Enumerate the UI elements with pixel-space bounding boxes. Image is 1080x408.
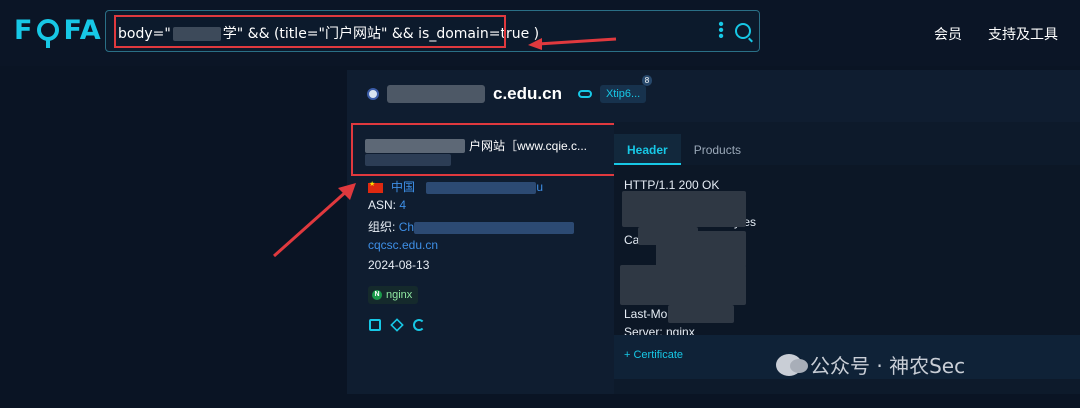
redacted-host bbox=[387, 85, 485, 103]
redacted-block bbox=[620, 265, 746, 305]
search-bar[interactable]: body=" 学" && (title="门户网站" && is_domain=t… bbox=[105, 10, 760, 52]
nav-member[interactable]: 会员 bbox=[934, 24, 962, 44]
asn-row: ASN: 4 bbox=[368, 198, 406, 212]
org-label: 组织: bbox=[368, 220, 396, 234]
logo-letters-fa: FA bbox=[63, 14, 102, 46]
globe-icon bbox=[367, 88, 379, 100]
link-icon[interactable] bbox=[577, 90, 592, 98]
asn-label: ASN: bbox=[368, 198, 397, 212]
date: 2024-08-13 bbox=[368, 258, 430, 272]
more-vertical-icon[interactable]: • • • bbox=[718, 17, 724, 45]
china-flag-icon bbox=[368, 180, 383, 193]
nav-tools[interactable]: 支持及工具 bbox=[988, 24, 1058, 44]
certificate-toggle[interactable]: + Certificate bbox=[624, 349, 683, 361]
result-card: c.edu.cn Xtip6...8 户网站［www.cqie.c... 中国 … bbox=[347, 70, 1080, 394]
tag-badge: 8 bbox=[641, 75, 653, 86]
code-icon[interactable] bbox=[369, 319, 381, 331]
watermark: 公众号 · 神农Sec bbox=[776, 350, 965, 379]
wechat-icon bbox=[776, 353, 808, 376]
fofa-logo[interactable]: F FA bbox=[14, 14, 102, 48]
org-row: 组织: Ch bbox=[368, 218, 575, 235]
tag-pill[interactable]: Xtip6... 8 bbox=[599, 75, 653, 103]
country-link[interactable]: 中国 bbox=[391, 180, 415, 194]
redacted-block bbox=[668, 305, 734, 323]
asn-value[interactable]: 4 bbox=[399, 198, 406, 212]
tab-header[interactable]: Header bbox=[614, 134, 681, 165]
tag-label: Xtip6... bbox=[605, 88, 641, 100]
cube-icon[interactable] bbox=[390, 318, 404, 332]
annotation-arrow-diagonal bbox=[273, 183, 356, 258]
host-row: c.edu.cn Xtip6... 8 bbox=[367, 75, 653, 104]
header-content: HTTP/1.1 200 OK C Cobytes Cache- L Last-… bbox=[614, 165, 1080, 339]
redacted-block bbox=[622, 191, 746, 227]
redacted-block bbox=[656, 231, 746, 267]
host-link[interactable]: c.edu.cn bbox=[493, 84, 562, 104]
org-value[interactable]: Ch bbox=[399, 220, 414, 234]
search-icon[interactable] bbox=[735, 23, 751, 39]
refresh-icon[interactable] bbox=[413, 319, 425, 331]
tab-products[interactable]: Products bbox=[681, 134, 754, 165]
watermark-text: 公众号 · 神农Sec bbox=[810, 354, 966, 378]
query-highlight-box bbox=[114, 15, 506, 48]
logo-letter-f: F bbox=[14, 14, 34, 46]
server-tag-label: nginx bbox=[386, 289, 413, 301]
nginx-icon: N bbox=[372, 290, 382, 300]
domain-link[interactable]: cqcsc.edu.cn bbox=[368, 238, 438, 252]
title-text: 户网站［www.cqie.c... bbox=[469, 139, 588, 153]
detail-tabs: Header Products bbox=[614, 134, 754, 165]
country-row: 中国 u bbox=[368, 178, 543, 195]
logo-o-icon bbox=[37, 19, 60, 48]
redacted-subtitle bbox=[365, 154, 451, 166]
redacted-org bbox=[414, 221, 575, 234]
top-bar: F FA body=" 学" && (title="门户网站" && is_dom… bbox=[0, 0, 1080, 66]
location-suffix: u bbox=[536, 180, 544, 194]
annotation-arrow-right bbox=[528, 37, 617, 50]
page-title: 户网站［www.cqie.c... bbox=[365, 137, 587, 154]
redacted-title bbox=[365, 138, 465, 153]
tool-icons bbox=[369, 318, 425, 332]
redacted-location bbox=[426, 181, 537, 194]
server-tag[interactable]: N nginx bbox=[368, 286, 419, 304]
